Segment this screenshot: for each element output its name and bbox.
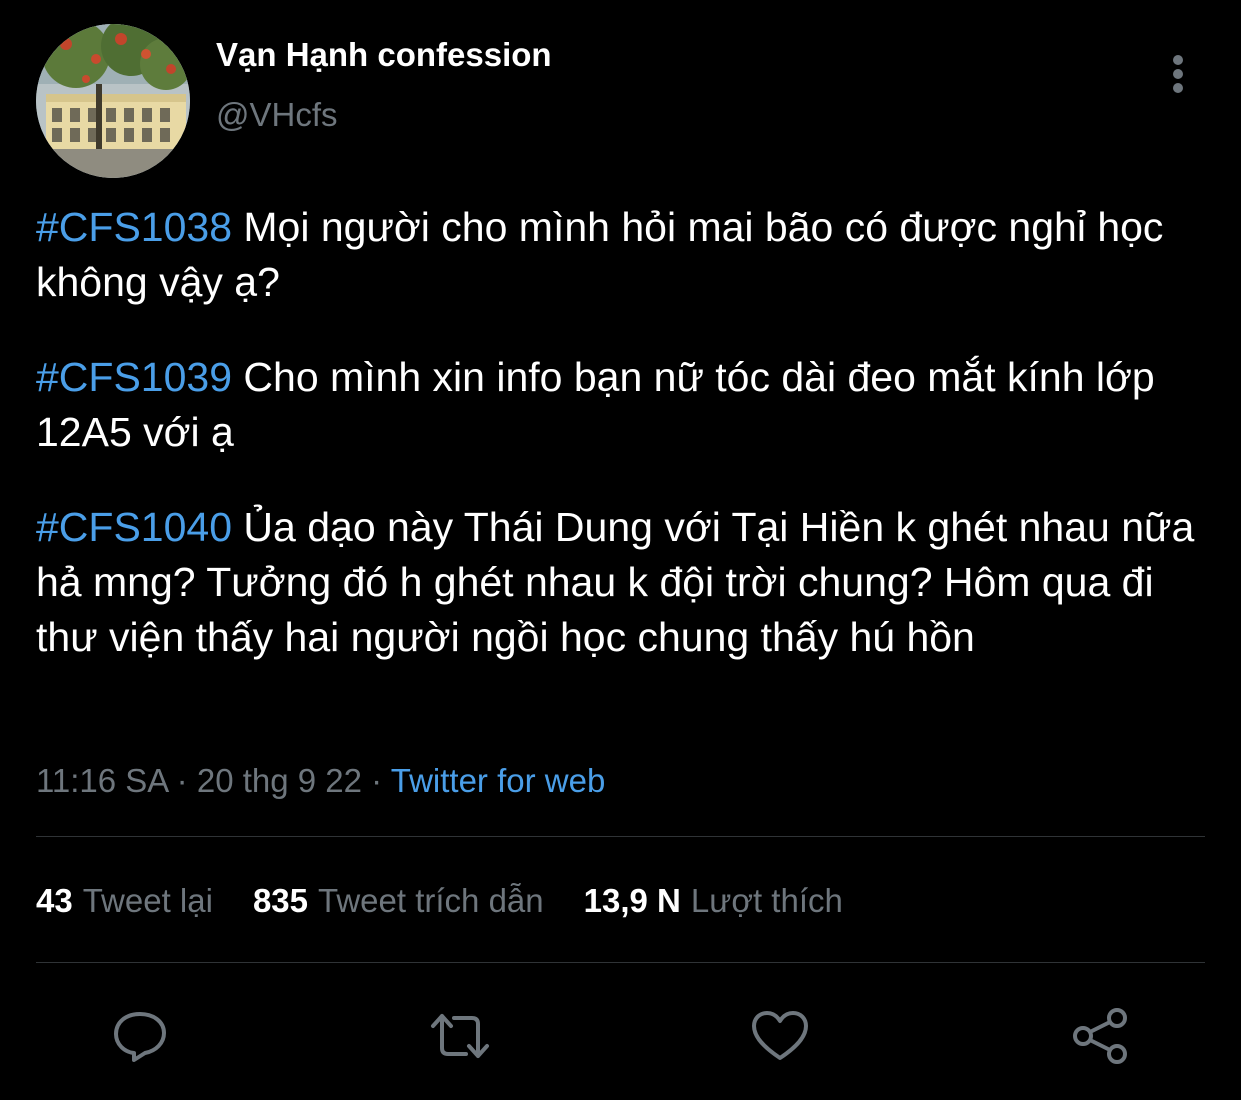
tweet-paragraph: #CFS1040 Ủa dạo này Thái Dung với Tại Hi… [36,500,1206,665]
hashtag-link[interactable]: #CFS1038 [36,204,232,250]
like-count: 13,9 N [583,882,681,919]
quote-stat[interactable]: 835 Tweet trích dẫn [253,882,544,920]
share-icon [1073,1008,1127,1064]
divider [36,836,1205,837]
tweet-source-link[interactable]: Twitter for web [391,762,606,799]
quote-count: 835 [252,882,309,919]
heart-icon [752,1011,808,1060]
tweet-paragraph: #CFS1039 Cho mình xin info bạn nữ tóc dà… [36,350,1206,460]
tweet-text: #CFS1038 Mọi người cho mình hỏi mai bão … [36,200,1206,705]
retweet-button[interactable] [430,1006,490,1066]
share-button[interactable] [1070,1006,1130,1066]
retweet-count: 43 [36,882,73,919]
meta-separator: · [167,762,197,799]
tweet-paragraph: #CFS1038 Mọi người cho mình hỏi mai bão … [36,200,1206,310]
tweet-metadata: 11:16 SA · 20 thg 9 22 · Twitter for web [36,762,605,800]
retweet-stat[interactable]: 43 Tweet lại [36,882,213,920]
like-button[interactable] [750,1006,810,1066]
divider [36,962,1205,963]
avatar-image [36,24,190,178]
hashtag-link[interactable]: #CFS1040 [36,504,232,550]
like-label: Lượt thích [690,882,843,919]
more-options-button[interactable] [1160,52,1196,96]
display-name[interactable]: Vạn Hạnh confession [216,36,552,74]
more-vertical-icon [1173,55,1183,93]
reply-button[interactable] [110,1006,170,1066]
retweet-icon [431,1014,489,1058]
like-stat[interactable]: 13,9 N Lượt thích [584,882,843,920]
meta-separator: · [362,762,391,799]
retweet-label: Tweet lại [82,882,213,919]
avatar[interactable] [36,24,190,178]
handle[interactable]: @VHcfs [216,96,338,134]
hashtag-link[interactable]: #CFS1039 [36,354,232,400]
tweet-date[interactable]: 20 thg 9 22 [197,762,362,799]
reply-icon [114,1012,166,1062]
tweet-stats: 43 Tweet lại 835 Tweet trích dẫn 13,9 N Lượ… [36,882,883,920]
quote-label: Tweet trích dẫn [318,882,544,919]
tweet-time[interactable]: 11:16 SA [36,762,168,799]
